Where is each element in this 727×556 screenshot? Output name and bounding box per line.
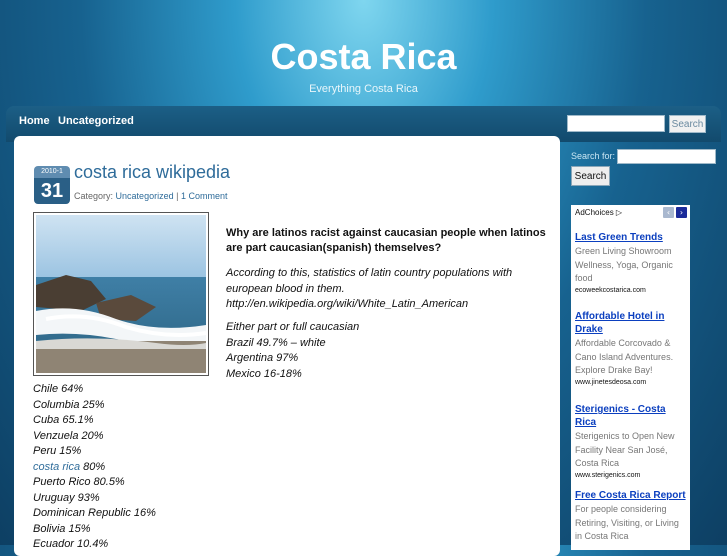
wikipedia-url-text: http://en.wikipedia.org/wiki/White_Latin…	[226, 298, 469, 310]
site-title[interactable]: Costa Rica	[0, 36, 727, 78]
post-meta: Category: Uncategorized | 1 Comment	[74, 191, 228, 201]
costa-rica-link[interactable]: costa rica	[33, 461, 80, 473]
stats-line: Uruguay 93%	[33, 491, 100, 504]
paragraph-1-text: According to this, statistics of latin c…	[226, 267, 513, 295]
top-search-button[interactable]: Search	[669, 115, 706, 133]
ad-title[interactable]: Free Costa Rica Report	[575, 489, 687, 502]
ad-text: Green Living Showroom Wellness, Yoga, Or…	[575, 246, 673, 283]
stats-line: Columbia 25%	[33, 398, 105, 411]
category-link[interactable]: Uncategorized	[116, 191, 174, 201]
ad-text: Affordable Corcovado & Cano Island Adven…	[575, 338, 674, 375]
ad-text: Sterigenics to Open New Facility Near Sa…	[575, 431, 675, 468]
stats-line: Chile 64%	[33, 383, 84, 395]
sidebar-search-label: Search for:	[571, 151, 616, 161]
adchoices-text: AdChoices	[575, 208, 614, 217]
ad-url[interactable]: www.sterigenics.com	[575, 472, 687, 479]
stats-line: Cuba 65.1%	[33, 414, 94, 426]
ad-text: For people considering Retiring, Visitin…	[575, 504, 679, 541]
stats-line: Ecuador 10.4%	[33, 538, 109, 550]
ad-url[interactable]: ecoweekcostarica.com	[575, 287, 687, 294]
post-title[interactable]: costa rica wikipedia	[74, 162, 230, 183]
stats-line: Venzuela 20%	[33, 429, 104, 442]
stats-list: Chile 64% Columbia 25% Cuba 65.1% Venzue…	[33, 382, 156, 553]
ad-url[interactable]: www.jinetesdeosa.com	[575, 379, 687, 386]
ad-item[interactable]: Sterigenics - Costa Rica Sterigenics to …	[575, 403, 687, 479]
site-description: Everything Costa Rica	[309, 83, 418, 95]
prev-arrow-icon[interactable]: ‹	[663, 207, 674, 218]
ad-title[interactable]: Last Green Trends	[575, 231, 687, 244]
beach-waves-image	[36, 215, 206, 373]
top-search-input[interactable]	[567, 115, 665, 132]
stats-line: Dominican Republic 16%	[33, 507, 156, 519]
meta-separator: |	[176, 191, 179, 201]
ad-title[interactable]: Affordable Hotel in Drake	[575, 310, 687, 336]
date-year: 2010-1	[34, 166, 70, 178]
site-header: Costa Rica Everything Costa Rica	[0, 0, 727, 108]
para2-line: Argentina 97%	[226, 352, 299, 364]
stats-line: Bolivia 15%	[33, 522, 91, 535]
comments-link[interactable]: 1 Comment	[181, 191, 228, 201]
post-question: Why are latinos racist against caucasian…	[226, 227, 546, 254]
sidebar-search-button[interactable]: Search	[571, 166, 610, 186]
para2-line: Mexico 16-18%	[226, 367, 302, 380]
post-image	[33, 212, 209, 376]
post-content: 2010-1 31 costa rica wikipedia Category:…	[14, 136, 560, 556]
post-paragraph-2: Either part or full caucasian Brazil 49.…	[226, 320, 554, 382]
post-paragraph-1: According to this, statistics of latin c…	[226, 266, 554, 313]
ad-item[interactable]: Free Costa Rica Report For people consid…	[575, 489, 687, 544]
nav-item-home[interactable]: Home	[19, 115, 50, 127]
ad-title[interactable]: Sterigenics - Costa Rica	[575, 403, 687, 429]
nav-item-uncategorized[interactable]: Uncategorized	[58, 115, 134, 127]
para2-line: Either part or full caucasian	[226, 321, 360, 333]
stats-line: Puerto Rico 80.5%	[33, 476, 125, 488]
date-badge: 2010-1 31	[34, 166, 70, 204]
meta-prefix: Category:	[74, 191, 114, 201]
ad-panel: AdChoices ▷ ‹ › Last Green Trends Green …	[571, 205, 690, 550]
para2-line: Brazil 49.7% – white	[226, 336, 326, 349]
date-day: 31	[34, 178, 70, 204]
adchoices-icon: ▷	[615, 208, 623, 217]
next-arrow-icon[interactable]: ›	[676, 207, 687, 218]
sidebar-search-input[interactable]	[617, 149, 716, 164]
ad-item[interactable]: Affordable Hotel in Drake Affordable Cor…	[575, 310, 687, 386]
adchoices-label[interactable]: AdChoices ▷	[575, 208, 622, 217]
ad-item[interactable]: Last Green Trends Green Living Showroom …	[575, 231, 687, 294]
stats-link-value: 80%	[83, 460, 106, 473]
stats-line: Peru 15%	[33, 445, 82, 457]
